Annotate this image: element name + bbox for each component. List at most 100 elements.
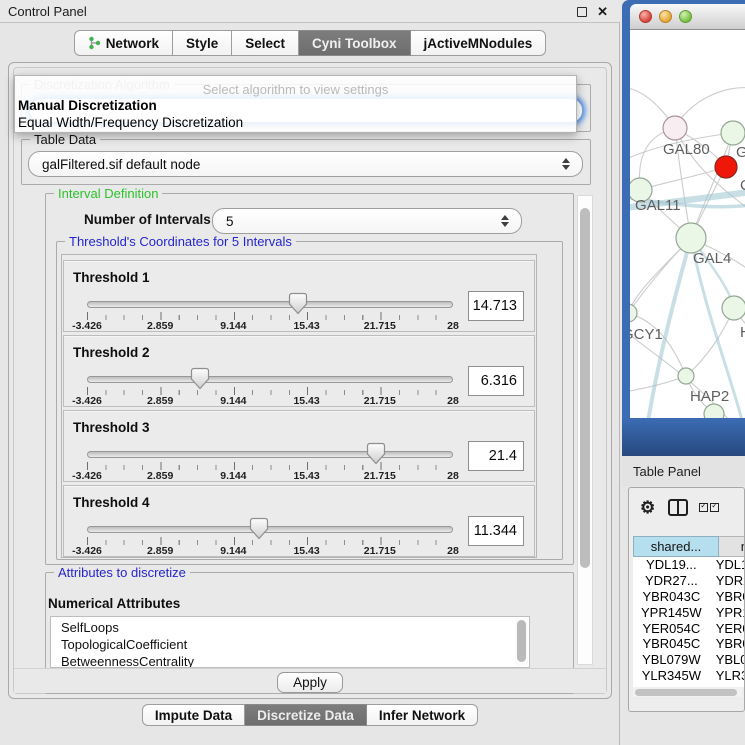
- tick-label: 21.715: [364, 395, 396, 407]
- threshold-3-slider[interactable]: -3.4262.8599.14415.4321.71528: [87, 411, 453, 483]
- node-h[interactable]: [722, 296, 745, 320]
- popup-item-equal-width-frequency[interactable]: Equal Width/Frequency Discretization: [18, 115, 243, 130]
- cell-name: YBR0: [710, 636, 745, 651]
- cell-shared-name: YLR345W: [633, 668, 710, 683]
- tick-label: 9.144: [220, 470, 246, 482]
- tick-label: 9.144: [220, 545, 246, 557]
- close-icon[interactable]: ✕: [597, 5, 608, 18]
- stepper-icon: [562, 158, 570, 170]
- minimize-traffic-icon[interactable]: [659, 10, 672, 23]
- svg-text:C: C: [740, 177, 745, 194]
- apply-bar: Apply: [14, 668, 606, 693]
- table-body: YDL19... YDL1 YDR27... YDR2 YBR043C YBR0…: [633, 557, 745, 687]
- tab-label: Discretize Data: [257, 708, 354, 723]
- table-toolbar: ⚙: [629, 490, 744, 524]
- tab-jactivemnodules[interactable]: jActiveMNodules: [411, 30, 547, 56]
- tab-infer-network[interactable]: Infer Network: [367, 704, 478, 726]
- cell-name: YER0: [710, 621, 745, 636]
- tick-label: -3.426: [72, 395, 102, 407]
- tick-label: 21.715: [364, 470, 396, 482]
- table-row[interactable]: YBL079W YBL0: [633, 652, 745, 668]
- table-data-combobox[interactable]: galFiltered.sif default node: [28, 151, 583, 177]
- node-hap2[interactable]: [678, 368, 694, 384]
- top-tab-bar: Network Style Select Cyni Toolbox jActiv…: [0, 30, 620, 58]
- group-title: Threshold's Coordinates for 5 Intervals: [65, 234, 296, 249]
- columns-icon[interactable]: [668, 499, 688, 516]
- threshold-4-slider[interactable]: -3.4262.8599.14415.4321.71528: [87, 486, 453, 558]
- tab-network[interactable]: Network: [74, 30, 173, 56]
- list-item[interactable]: SelfLoops: [51, 619, 515, 636]
- panel-scrollbar-thumb[interactable]: [580, 208, 590, 568]
- tick-label: 2.859: [147, 470, 173, 482]
- tick-label: 15.43: [293, 395, 319, 407]
- zoom-traffic-icon[interactable]: [679, 10, 692, 23]
- stepper-icon: [501, 215, 509, 227]
- tab-style[interactable]: Style: [173, 30, 232, 56]
- panel-scrollbar[interactable]: [577, 195, 593, 665]
- node-selected-red[interactable]: [715, 156, 737, 178]
- cell-name: YLR3: [710, 668, 745, 683]
- threshold-4-panel: Threshold 4 -3.4262.8599.14415.4321.7152…: [63, 485, 535, 557]
- popup-item-manual-discretization[interactable]: Manual Discretization: [18, 98, 157, 113]
- slider-track[interactable]: [87, 451, 453, 458]
- tick-label: 21.715: [364, 545, 396, 557]
- list-item[interactable]: TopologicalCoefficient: [51, 636, 515, 653]
- tab-impute-data[interactable]: Impute Data: [142, 704, 245, 726]
- slider-track[interactable]: [87, 526, 453, 533]
- network-view-window: GAL80 G C GAL11 GAL4 GCY1 H HAP2: [622, 0, 745, 456]
- number-of-intervals-combobox[interactable]: 5: [212, 208, 522, 234]
- table-hscrollbar-thumb[interactable]: [635, 689, 737, 696]
- column-header-shared-name[interactable]: shared...: [633, 536, 719, 557]
- node-unnamed-green[interactable]: [721, 121, 745, 145]
- network-canvas[interactable]: GAL80 G C GAL11 GAL4 GCY1 H HAP2: [630, 30, 745, 418]
- table-row[interactable]: YBR043C YBR0: [633, 589, 745, 605]
- tick-label: -3.426: [72, 320, 102, 332]
- close-traffic-icon[interactable]: [639, 10, 652, 23]
- threshold-1-slider[interactable]: -3.4262.8599.14415.4321.71528: [87, 261, 453, 333]
- table-hscrollbar[interactable]: [633, 687, 742, 697]
- node-partial-bottom[interactable]: [704, 404, 724, 418]
- list-item[interactable]: BetweennessCentrality: [51, 653, 515, 668]
- tick-label: -3.426: [72, 545, 102, 557]
- gear-icon[interactable]: ⚙: [640, 499, 655, 516]
- screen: Control Panel ✕ Network Style Select Cyn…: [0, 0, 745, 745]
- table-row[interactable]: YLR345W YLR3: [633, 668, 745, 684]
- threshold-2-slider[interactable]: -3.4262.8599.14415.4321.71528: [87, 336, 453, 408]
- threshold-2-value-field[interactable]: 6.316: [468, 366, 524, 396]
- node-gcy1[interactable]: [630, 304, 637, 322]
- slider-track[interactable]: [87, 376, 453, 383]
- tick-label: 28: [447, 395, 459, 407]
- table-panel-title: Table Panel: [622, 464, 701, 479]
- table-panel: ⚙ shared... n YDL19... YDL1 YDR27... YDR…: [628, 487, 745, 712]
- table-row[interactable]: YER054C YER0: [633, 620, 745, 636]
- node-gal4[interactable]: [676, 223, 706, 253]
- table-row[interactable]: YPR145W YPR1: [633, 604, 745, 620]
- column-header-name[interactable]: n: [719, 536, 745, 557]
- combobox-value: galFiltered.sif default node: [29, 157, 200, 172]
- group-title: Interval Definition: [54, 186, 162, 201]
- tab-discretize-data[interactable]: Discretize Data: [245, 704, 367, 726]
- table-panel-titlebar: Table Panel: [622, 456, 745, 486]
- apply-button[interactable]: Apply: [277, 672, 343, 693]
- table-row[interactable]: YDL19... YDL1: [633, 557, 745, 573]
- table-row[interactable]: YDR27... YDR2: [633, 573, 745, 589]
- tab-label: Cyni Toolbox: [312, 36, 397, 51]
- tick-label: 21.715: [364, 320, 396, 332]
- tab-label: Network: [106, 36, 159, 51]
- threshold-1-value-field[interactable]: 14.713: [468, 291, 524, 321]
- slider-track[interactable]: [87, 301, 453, 308]
- float-icon[interactable]: [577, 7, 587, 17]
- window-title: Control Panel: [0, 4, 87, 19]
- select-columns-icon[interactable]: [699, 503, 719, 512]
- threshold-4-value-field[interactable]: 11.344: [468, 516, 524, 546]
- network-window-titlebar[interactable]: [630, 4, 745, 30]
- svg-text:GAL11: GAL11: [635, 197, 681, 214]
- tab-select[interactable]: Select: [232, 30, 299, 56]
- table-row[interactable]: YBR045C YBR0: [633, 636, 745, 652]
- control-panel-window: Control Panel ✕ Network Style Select Cyn…: [0, 0, 620, 745]
- tab-cyni-toolbox[interactable]: Cyni Toolbox: [299, 30, 411, 56]
- svg-text:GCY1: GCY1: [630, 326, 663, 343]
- list-scrollbar[interactable]: [515, 618, 528, 666]
- node-unnamed-pink[interactable]: [663, 116, 687, 140]
- threshold-3-value-field[interactable]: 21.4: [468, 441, 524, 471]
